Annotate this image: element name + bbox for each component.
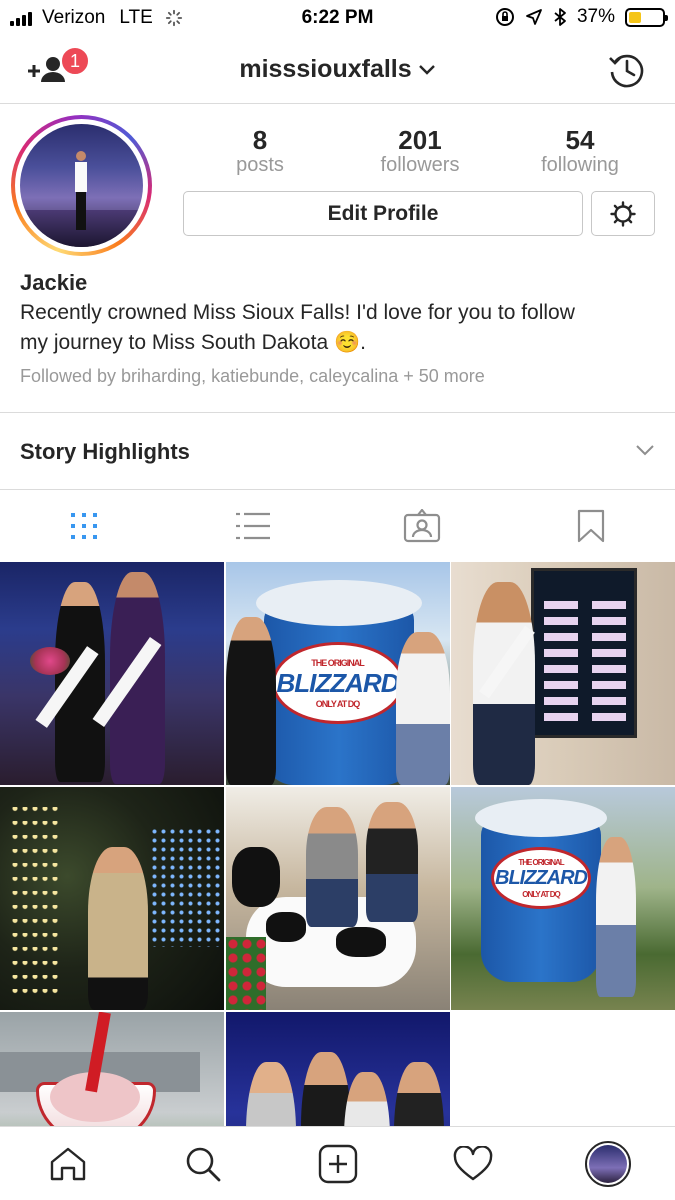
- profile-view-tabs: [0, 490, 675, 562]
- heart-icon: [453, 1145, 492, 1180]
- followers-count: 201: [398, 125, 442, 155]
- location-arrow-icon: [526, 9, 542, 25]
- settings-button[interactable]: [591, 191, 655, 236]
- edit-profile-button[interactable]: Edit Profile: [183, 191, 583, 236]
- tab-saved[interactable]: [506, 490, 675, 562]
- nav-home[interactable]: [0, 1127, 135, 1200]
- posts-label: posts: [236, 154, 284, 176]
- battery-icon: [625, 7, 668, 27]
- status-bar: Verizon LTE 6:22 PM 37%: [0, 0, 675, 36]
- home-icon: [50, 1147, 85, 1180]
- tab-grid[interactable]: [0, 490, 169, 562]
- followers-stat[interactable]: 201 followers: [340, 126, 500, 176]
- grid-icon: [71, 513, 98, 539]
- followers-label: followers: [380, 154, 460, 176]
- tab-tagged[interactable]: [338, 490, 507, 562]
- photo-text-brand: BLIZZARD: [495, 866, 588, 889]
- post-thumbnail[interactable]: THE ORIGINAL BLIZZARD ONLY AT DQ: [451, 787, 675, 1010]
- posts-grid: THE ORIGINAL BLIZZARD ONLY AT DQ THE ORI…: [0, 562, 675, 1200]
- followed-by-text[interactable]: Followed by briharding, katiebunde, cale…: [20, 364, 660, 388]
- profile-stats: 8 posts 201 followers 54 following: [180, 126, 660, 176]
- following-label: following: [541, 154, 619, 176]
- bluetooth-icon: [554, 8, 566, 26]
- following-stat[interactable]: 54 following: [500, 126, 660, 176]
- list-icon: [236, 512, 271, 540]
- post-thumbnail[interactable]: THE ORIGINAL BLIZZARD ONLY AT DQ: [225, 562, 450, 785]
- bookmark-icon: [577, 509, 604, 543]
- profile-avatar-tab-icon: [584, 1140, 631, 1187]
- nav-profile[interactable]: [540, 1127, 675, 1200]
- status-right: 37%: [495, 6, 668, 28]
- nav-activity[interactable]: [405, 1127, 540, 1200]
- photo-text-bottom: ONLY AT DQ: [315, 698, 361, 709]
- story-highlights-row[interactable]: Story Highlights: [0, 412, 675, 490]
- following-count: 54: [565, 125, 595, 155]
- tagged-icon: [403, 509, 440, 543]
- profile-bio: Jackie Recently crowned Miss Sioux Falls…: [20, 268, 660, 388]
- photo-text-top: THE ORIGINAL: [311, 657, 364, 668]
- post-thumbnail[interactable]: [0, 562, 224, 785]
- profile-avatar[interactable]: [11, 115, 152, 256]
- bio-line-2: my journey to Miss South Dakota ☺️.: [20, 331, 366, 354]
- bottom-tab-bar: [0, 1126, 675, 1200]
- bio-line-1: Recently crowned Miss Sioux Falls! I'd l…: [20, 301, 575, 324]
- battery-percent: 37%: [576, 6, 615, 27]
- post-thumbnail[interactable]: [225, 787, 450, 1010]
- new-post-icon: [318, 1144, 357, 1183]
- orientation-lock-icon: [495, 8, 514, 26]
- chevron-down-icon: [418, 65, 435, 76]
- posts-count: 8: [252, 125, 268, 155]
- nav-new-post[interactable]: [270, 1127, 405, 1200]
- username-switcher[interactable]: misssiouxfalls: [0, 55, 675, 84]
- archive-button[interactable]: [607, 50, 647, 90]
- photo-text-brand: BLIZZARD: [276, 667, 400, 698]
- chevron-down-icon: [636, 445, 654, 456]
- username-title: misssiouxfalls: [239, 55, 412, 83]
- nav-search[interactable]: [135, 1127, 270, 1200]
- history-clock-icon: [609, 54, 644, 88]
- profile-photo: [20, 124, 143, 247]
- tab-list[interactable]: [169, 490, 338, 562]
- profile-name: Jackie: [20, 270, 88, 295]
- search-icon: [186, 1147, 220, 1181]
- post-thumbnail[interactable]: [0, 787, 224, 1010]
- photo-text-bottom: ONLY AT DQ: [522, 889, 561, 899]
- photo-text-top: THE ORIGINAL: [518, 857, 564, 867]
- profile-header-bar: 1 misssiouxfalls: [0, 36, 675, 104]
- posts-stat[interactable]: 8 posts: [180, 126, 340, 176]
- post-thumbnail[interactable]: [451, 562, 675, 785]
- story-highlights-label: Story Highlights: [20, 439, 190, 464]
- gear-icon: [610, 200, 636, 227]
